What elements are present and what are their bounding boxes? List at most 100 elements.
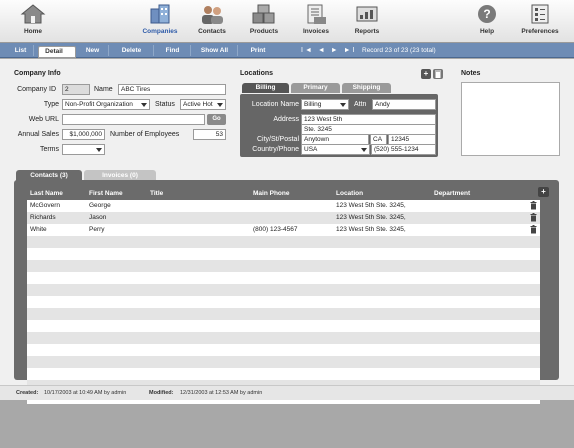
- location-name-select[interactable]: Billing: [301, 99, 349, 110]
- toolbar-preferences-button[interactable]: Preferences: [514, 3, 566, 41]
- question-icon: ?: [478, 5, 496, 23]
- new-button[interactable]: New: [77, 45, 109, 56]
- city-state-postal-label: City/St/Postal: [256, 136, 299, 143]
- empty-table-row[interactable]: [27, 272, 540, 284]
- empty-table-row[interactable]: [27, 356, 540, 368]
- go-button[interactable]: Go: [207, 114, 226, 125]
- column-header-location[interactable]: Location: [336, 190, 363, 197]
- chevron-down-icon: [361, 148, 367, 152]
- trash-glyph-icon: [435, 70, 441, 78]
- company-id-field[interactable]: 2: [62, 84, 90, 95]
- empty-table-row[interactable]: [27, 320, 540, 332]
- toolbar-invoices-button[interactable]: Invoices: [290, 3, 342, 41]
- terms-label: Terms: [39, 146, 59, 153]
- type-select[interactable]: Non-Profit Organization: [62, 99, 150, 110]
- attn-field[interactable]: Andy: [372, 99, 436, 110]
- record-navbar: List Detail New Delete Find Show All Pri…: [0, 43, 574, 58]
- empty-table-row[interactable]: [27, 368, 540, 380]
- empty-table-row[interactable]: [27, 260, 540, 272]
- column-header-first-name[interactable]: First Name: [89, 190, 123, 197]
- cell-location: 123 West 5th Ste. 3245,: [336, 202, 406, 209]
- table-row[interactable]: Richards Jason 123 West 5th Ste. 3245,: [27, 212, 540, 224]
- detail-button[interactable]: Detail: [38, 46, 76, 58]
- boxes-icon: [252, 4, 275, 24]
- country-phone-label: Country/Phone: [252, 146, 299, 153]
- cell-location: 123 West 5th Ste. 3245,: [336, 226, 406, 233]
- company-name-field[interactable]: ABC Tires: [118, 84, 226, 95]
- invoice-icon: [307, 4, 326, 24]
- svg-text:?: ?: [483, 7, 490, 21]
- country-value: USA: [304, 146, 318, 153]
- show-all-button[interactable]: Show All: [192, 45, 238, 56]
- chevron-down-icon: [141, 103, 147, 107]
- phone-field[interactable]: (520) 555-1234: [371, 144, 436, 155]
- print-button[interactable]: Print: [239, 45, 277, 56]
- status-select-value: Active Hot: [183, 101, 213, 108]
- toolbar-label: Companies: [142, 28, 178, 35]
- status-select[interactable]: Active Hot: [180, 99, 226, 110]
- toolbar-label: Home: [23, 28, 43, 35]
- employees-field[interactable]: 53: [193, 129, 226, 140]
- delete-row-trash-icon[interactable]: [530, 201, 537, 210]
- notes-textarea[interactable]: [461, 82, 560, 156]
- empty-table-row[interactable]: [27, 296, 540, 308]
- cell-last-name: White: [30, 226, 47, 233]
- chevron-down-icon: [217, 103, 223, 107]
- location-detail-box: Location Name Billing Attn Andy Address …: [240, 94, 438, 157]
- table-row[interactable]: White Perry (800) 123-4567 123 West 5th Ste…: [27, 224, 540, 236]
- app-window: Home Companies Contacts Products Invoice…: [0, 0, 574, 448]
- annual-sales-field[interactable]: $1,000,000: [62, 129, 105, 140]
- empty-table-row[interactable]: [27, 332, 540, 344]
- country-select[interactable]: USA: [301, 144, 370, 155]
- notes-label: Notes: [461, 70, 481, 77]
- cell-first-name: Perry: [89, 226, 105, 233]
- table-row[interactable]: McGovern George 123 West 5th Ste. 3245,: [27, 200, 540, 212]
- cell-first-name: Jason: [89, 214, 107, 221]
- web-url-field[interactable]: [62, 114, 205, 125]
- column-header-department[interactable]: Department: [434, 190, 470, 197]
- toolbar-companies-button[interactable]: Companies: [134, 3, 186, 41]
- add-location-icon[interactable]: +: [421, 69, 431, 79]
- terms-select[interactable]: [62, 144, 105, 155]
- empty-table-row[interactable]: [27, 344, 540, 356]
- attn-label: Attn: [354, 101, 367, 108]
- tab-primary[interactable]: Primary: [291, 83, 340, 93]
- toolbar-products-button[interactable]: Products: [238, 3, 290, 41]
- name-label: Name: [94, 86, 113, 93]
- delete-row-trash-icon[interactable]: [530, 225, 537, 234]
- status-label: Status: [155, 101, 175, 108]
- chevron-down-icon: [96, 148, 102, 152]
- empty-table-row[interactable]: [27, 248, 540, 260]
- tab-shipping[interactable]: Shipping: [342, 83, 391, 93]
- column-header-title[interactable]: Title: [150, 190, 163, 197]
- column-header-last-name[interactable]: Last Name: [30, 190, 63, 197]
- trash-icon[interactable]: [433, 69, 443, 79]
- toolbar-reports-button[interactable]: Reports: [341, 3, 393, 41]
- toolbar-label: Products: [249, 28, 279, 35]
- reports-icon: [356, 6, 378, 22]
- toolbar-contacts-button[interactable]: Contacts: [186, 3, 238, 41]
- location-name-value: Billing: [304, 101, 322, 108]
- delete-button[interactable]: Delete: [110, 45, 154, 56]
- empty-table-row[interactable]: [27, 284, 540, 296]
- locations-heading: Locations: [240, 70, 274, 77]
- toolbar-label: Invoices: [302, 28, 329, 35]
- find-button[interactable]: Find: [155, 45, 191, 56]
- main-toolbar: Home Companies Contacts Products Invoice…: [0, 0, 574, 43]
- column-header-main-phone[interactable]: Main Phone: [253, 190, 289, 197]
- tab-billing[interactable]: Billing: [242, 83, 289, 93]
- empty-table-row[interactable]: [27, 308, 540, 320]
- cell-last-name: Richards: [30, 214, 56, 221]
- toolbar-label: Reports: [354, 28, 380, 35]
- house-icon: [20, 4, 46, 24]
- modified-value: 12/31/2003 at 12:53 AM by admin: [180, 390, 263, 396]
- empty-table-row[interactable]: [27, 236, 540, 248]
- record-counter: Record 23 of 23 (23 total): [362, 47, 436, 54]
- delete-row-trash-icon[interactable]: [530, 213, 537, 222]
- toolbar-home-button[interactable]: Home: [7, 3, 59, 41]
- add-contact-icon[interactable]: +: [538, 187, 549, 197]
- list-button[interactable]: List: [8, 45, 34, 56]
- toolbar-label: Help: [479, 28, 495, 35]
- record-navigation-arrows[interactable]: I◄ ◄ ► ►I: [301, 45, 356, 56]
- toolbar-help-button[interactable]: ? Help: [461, 3, 513, 41]
